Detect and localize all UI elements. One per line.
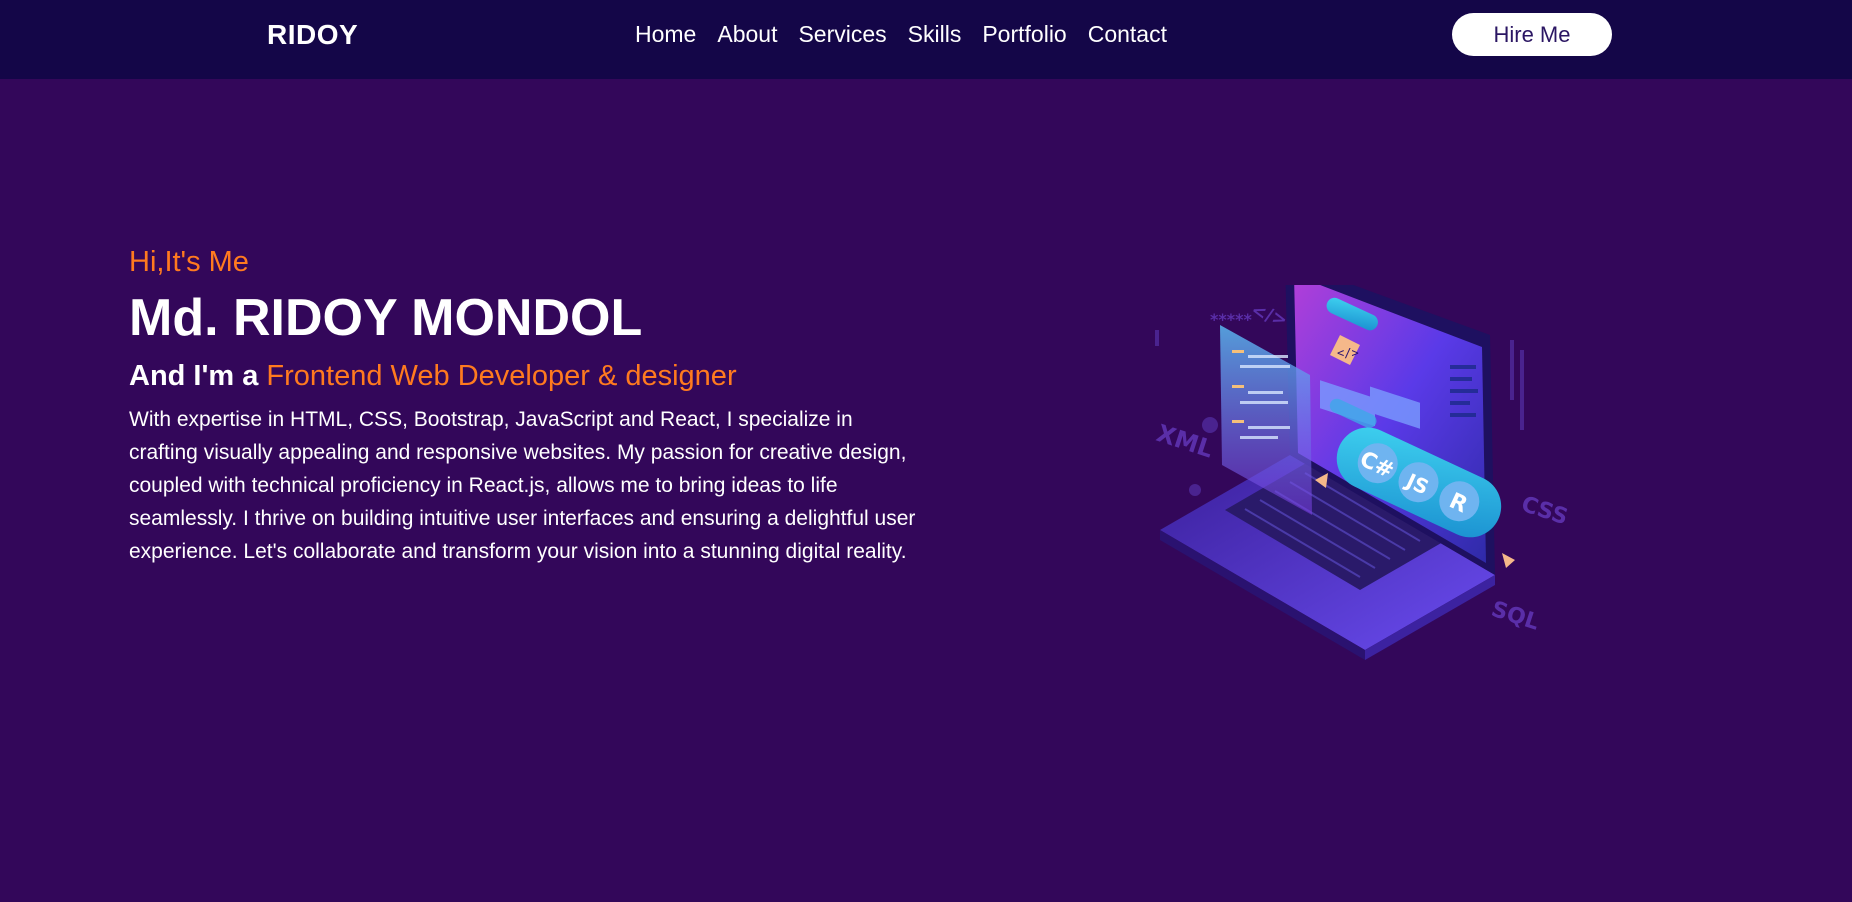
nav-link-contact[interactable]: Contact bbox=[1088, 21, 1167, 48]
svg-text:SQL: SQL bbox=[1488, 597, 1542, 636]
role-highlight: Frontend Web Developer & designer bbox=[266, 359, 737, 392]
hero-greeting: Hi,It's Me bbox=[129, 246, 249, 278]
nav-link-about[interactable]: About bbox=[717, 21, 777, 48]
hire-me-button[interactable]: Hire Me bbox=[1452, 13, 1612, 56]
hero-description: With expertise in HTML, CSS, Bootstrap, … bbox=[129, 407, 916, 563]
brand-logo[interactable]: RIDOY bbox=[267, 19, 358, 51]
svg-text:*****: ***** bbox=[1210, 310, 1252, 329]
role-prefix: And I'm a bbox=[129, 359, 267, 392]
navbar: RIDOY Home About Services Skills Portfol… bbox=[0, 0, 1852, 79]
nav-link-home[interactable]: Home bbox=[635, 21, 696, 48]
hero-section: Hi,It's Me Md. RIDOY MONDOL And I'm a Fr… bbox=[129, 246, 929, 568]
laptop-coding-illustration: PHP XML SQL CSS </> ***** bbox=[1150, 260, 1571, 685]
nav-link-portfolio[interactable]: Portfolio bbox=[982, 21, 1066, 48]
nav-links: Home About Services Skills Portfolio Con… bbox=[635, 21, 1188, 48]
svg-text:</>: </> bbox=[1248, 300, 1289, 331]
nav-link-skills[interactable]: Skills bbox=[908, 21, 962, 48]
svg-text:</>: </> bbox=[1337, 346, 1359, 360]
svg-text:CSS: CSS bbox=[1518, 492, 1570, 530]
nav-link-services[interactable]: Services bbox=[798, 21, 886, 48]
hero-name: Md. RIDOY MONDOL bbox=[129, 289, 643, 347]
hero-role: And I'm a Frontend Web Developer & desig… bbox=[129, 360, 929, 393]
